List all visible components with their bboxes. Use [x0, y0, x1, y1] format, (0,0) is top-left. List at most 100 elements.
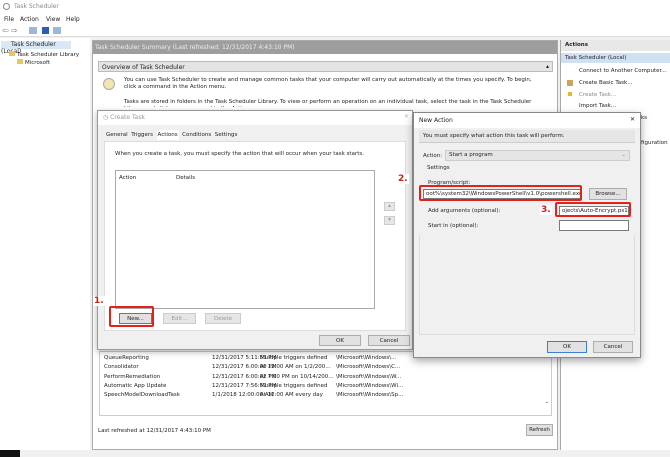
task-name: SpeechModelDownloadTask	[104, 392, 180, 399]
taskbar-edge	[0, 450, 20, 457]
create-basic-task-icon	[567, 80, 573, 86]
back-icon[interactable]: ⇦	[2, 26, 9, 35]
actions-title: Actions	[561, 40, 670, 51]
action-partial[interactable]: ks	[641, 115, 647, 121]
task-location: \Microsoft\Windows\Wi...	[336, 382, 404, 389]
last-refreshed-text: Last refreshed at 12/31/2017 4:43:10 PM	[98, 428, 211, 434]
create-task-cancel-button[interactable]: Cancel	[368, 335, 410, 346]
new-action-title: New Action	[419, 117, 453, 124]
show-hide-action-pane-icon[interactable]	[53, 27, 61, 34]
column-action[interactable]: Action	[119, 175, 136, 181]
help-icon[interactable]	[42, 27, 49, 34]
tree-item-root[interactable]: Task Scheduler (Local)	[1, 41, 71, 55]
task-triggers: Multiple triggers defined	[260, 382, 328, 389]
new-action-message: You must specify what action this task w…	[419, 130, 635, 143]
edit-action-button[interactable]: Edit...	[163, 313, 196, 324]
settings-label: Settings	[427, 165, 450, 171]
actions-tab-panel: When you create a task, you must specify…	[104, 141, 406, 331]
forward-icon[interactable]: ⇨	[11, 26, 18, 35]
task-location: \Microsoft\Windows\...	[336, 355, 397, 361]
title-bar: Task Scheduler	[0, 0, 670, 14]
chevron-down-icon: ⌄	[621, 152, 626, 158]
create-task-icon	[568, 92, 572, 96]
tree-item-microsoft[interactable]: Microsoft	[17, 59, 50, 66]
action-import-task[interactable]: Import Task...	[579, 103, 616, 109]
new-action-cancel-button[interactable]: Cancel	[593, 341, 633, 353]
tab-settings[interactable]: Settings	[215, 132, 238, 138]
menu-action[interactable]: Action	[20, 16, 39, 23]
task-location: \Microsoft\Windows\C...	[336, 364, 401, 371]
folder-icon	[17, 59, 23, 64]
start-in-label: Start in (optional):	[428, 223, 479, 229]
overview-text-1: You can use Task Scheduler to create and…	[124, 77, 532, 90]
tree-pane: Task Scheduler (Local) Task Scheduler Li…	[0, 38, 90, 450]
scroll-down-icon[interactable]: ⌄	[545, 399, 549, 405]
start-in-input[interactable]	[559, 220, 629, 231]
action-connect[interactable]: Connect to Another Computer...	[579, 68, 667, 74]
create-task-ok-button[interactable]: OK	[319, 335, 361, 346]
task-name: Consolidator	[104, 364, 139, 371]
table-row[interactable]: PerformRemediation 12/31/2017 6:00:02 PM A…	[100, 374, 540, 383]
window-title: Task Scheduler	[14, 3, 59, 10]
action-label: Action:	[423, 153, 443, 159]
action-create-task[interactable]: Create Task...	[579, 92, 616, 98]
folder-icon	[9, 51, 15, 56]
action-create-basic-task[interactable]: Create Basic Task...	[579, 80, 632, 86]
menu-help[interactable]: Help	[66, 16, 80, 23]
new-action-titlebar: New Action ✕	[414, 113, 640, 128]
add-arguments-label: Add arguments (optional):	[428, 208, 501, 214]
menu-bar: File Action View Help	[0, 14, 670, 25]
task-location: \Microsoft\Windows\W...	[336, 373, 402, 380]
step-3-label: 3.	[540, 205, 552, 215]
tab-conditions[interactable]: Conditions	[182, 132, 211, 138]
browse-button[interactable]: Browse...	[589, 188, 627, 200]
column-details[interactable]: Details	[176, 175, 195, 181]
highlight-program-script	[419, 185, 582, 201]
tab-bar: General Triggers Actions Conditions Sett…	[106, 130, 238, 140]
toolbar: ⇦ ⇨	[0, 25, 670, 37]
app-icon	[3, 3, 10, 10]
overview-section-header[interactable]: Overview of Task Scheduler ▴	[98, 61, 553, 72]
action-type-select[interactable]: Start a program ⌄	[445, 150, 630, 161]
move-down-button[interactable]: ▾	[384, 216, 395, 225]
step-2-label: 2.	[397, 174, 409, 184]
close-icon[interactable]: ✕	[630, 116, 635, 123]
table-row[interactable]: Consolidator 12/31/2017 6:00:00 PM At 12:0…	[100, 364, 540, 373]
menu-file[interactable]: File	[4, 16, 14, 23]
action-partial-configuration[interactable]: figuration	[641, 140, 668, 146]
table-row[interactable]: SpeechModelDownloadTask 1/1/2018 12:00:00…	[100, 392, 540, 401]
refresh-button[interactable]: Refresh	[526, 424, 553, 436]
actions-description: When you create a task, you must specify…	[115, 151, 364, 157]
task-triggers: Multiple triggers defined	[260, 355, 328, 361]
task-triggers: At 12:00 AM every day	[260, 392, 323, 399]
task-location: \Microsoft\Windows\Sp...	[336, 392, 404, 399]
actions-list[interactable]: Action Details	[115, 170, 375, 309]
step-1-label: 1.	[93, 296, 105, 306]
tree-item-library[interactable]: Task Scheduler Library	[9, 51, 79, 58]
show-hide-tree-icon[interactable]	[29, 27, 37, 34]
close-icon[interactable]: ✕	[404, 113, 409, 120]
task-name: QueueReporting	[104, 355, 149, 361]
actions-section-header[interactable]: Task Scheduler (Local)	[561, 53, 670, 63]
tab-general[interactable]: General	[106, 132, 128, 138]
summary-header: Task Scheduler Summary (Last refreshed: …	[93, 41, 557, 54]
delete-action-button[interactable]: Delete	[205, 313, 241, 324]
clock-icon	[103, 78, 115, 90]
move-up-button[interactable]: ▴	[384, 202, 395, 211]
task-triggers: At 12:00 AM on 1/2/200...	[260, 364, 331, 371]
overview-text-2: Tasks are stored in folders in the Task …	[124, 99, 532, 107]
create-task-titlebar: ◷ Create Task ✕	[98, 111, 412, 125]
new-action-ok-button[interactable]: OK	[547, 341, 587, 353]
task-triggers: At 7:00 PM on 10/14/200...	[260, 373, 334, 380]
highlight-arguments	[555, 202, 631, 217]
highlight-new-button	[109, 306, 154, 327]
collapse-icon[interactable]: ▴	[546, 63, 549, 70]
tab-triggers[interactable]: Triggers	[131, 132, 153, 138]
tab-actions[interactable]: Actions	[156, 130, 179, 140]
new-action-dialog: New Action ✕ You must specify what actio…	[413, 112, 641, 358]
menu-view[interactable]: View	[46, 16, 60, 23]
task-name: PerformRemediation	[104, 373, 161, 380]
settings-group	[419, 235, 635, 335]
task-name: Automatic App Update	[104, 382, 167, 389]
table-row[interactable]: Automatic App Update 12/31/2017 7:56:52 P…	[100, 383, 540, 392]
